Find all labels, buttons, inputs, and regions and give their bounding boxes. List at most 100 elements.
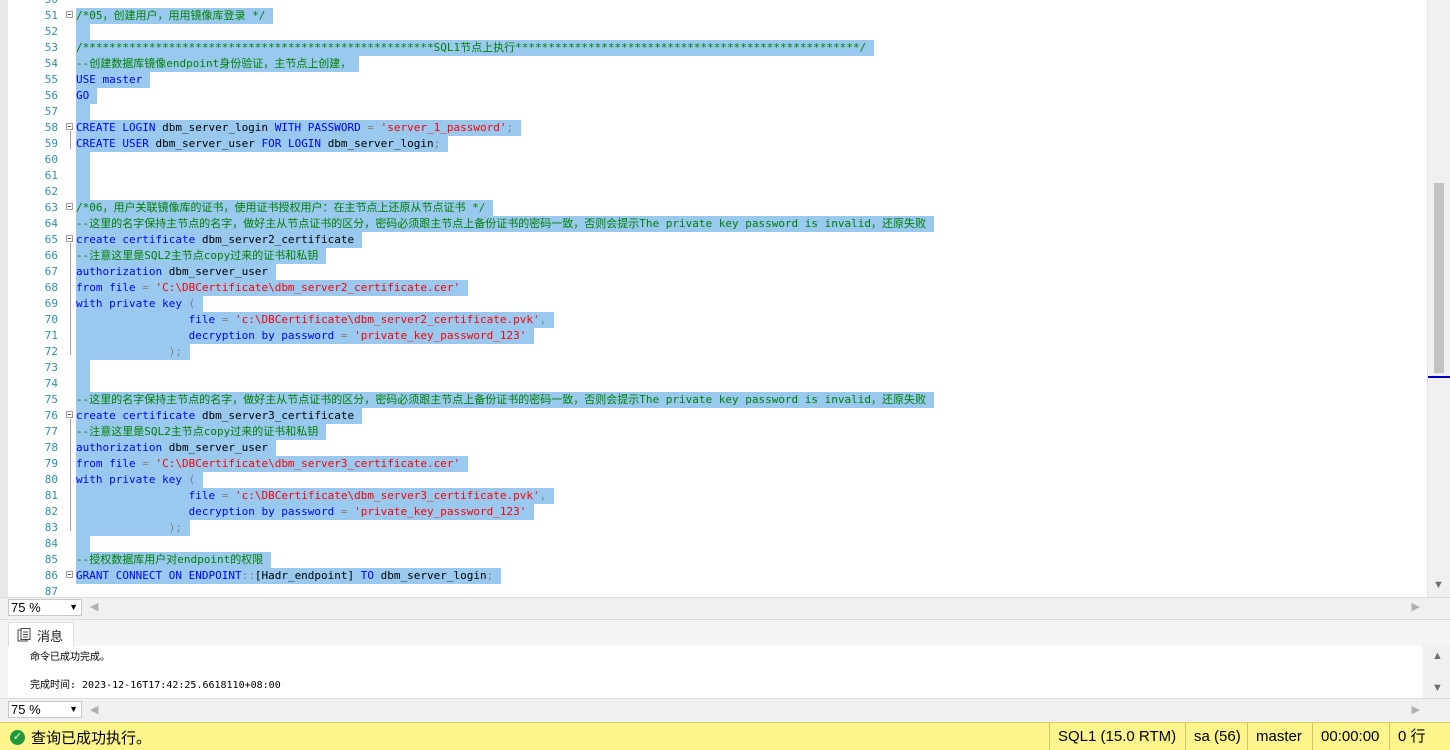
- selection-highlight: decryption by password = 'private_key_pa…: [76, 328, 535, 344]
- code-line[interactable]: [76, 536, 90, 552]
- code-line[interactable]: GRANT CONNECT ON ENDPOINT::[Hadr_endpoin…: [76, 568, 502, 584]
- selection-highlight: USE master: [76, 72, 151, 88]
- line-number: 79: [44, 457, 58, 470]
- line-number: 54: [44, 57, 58, 70]
- fold-toggle-icon[interactable]: [66, 571, 73, 578]
- fold-toggle-icon[interactable]: [66, 411, 73, 418]
- code-token: /***************************************…: [76, 41, 867, 54]
- scrollbar-position-marker: [1428, 376, 1450, 378]
- code-line[interactable]: --注意这里是SQL2主节点copy过来的证书和私钥: [76, 248, 327, 264]
- code-line[interactable]: --这里的名字保持主节点的名字，做好主从节点证书的区分，密码必须跟主节点上备份证…: [76, 392, 935, 408]
- code-line[interactable]: with private key (: [76, 296, 204, 312]
- code-line[interactable]: [76, 360, 90, 376]
- code-line[interactable]: decryption by password = 'private_key_pa…: [76, 504, 535, 520]
- code-token: dbm_server_login: [380, 569, 487, 582]
- code-line[interactable]: with private key (: [76, 472, 204, 488]
- editor-left-margin: [0, 0, 8, 597]
- scroll-down-arrow-icon[interactable]: ▼: [1433, 579, 1444, 591]
- code-line[interactable]: [76, 376, 90, 392]
- messages-vertical-scrollbar[interactable]: ▲ ▼: [1424, 646, 1450, 698]
- scroll-left-arrow-icon[interactable]: ◀: [90, 703, 98, 716]
- code-token: --创建数据库镜像endpoint身份验证，主节点上创建，: [76, 57, 352, 70]
- code-token: ,: [539, 313, 547, 326]
- code-area[interactable]: /*05，创建用户，用用镜像库登录 */ /*******************…: [76, 0, 1428, 597]
- code-line[interactable]: authorization dbm_server_user: [76, 264, 277, 280]
- editor-zoom-select[interactable]: 75 % ▼: [8, 599, 82, 616]
- scroll-right-arrow-icon[interactable]: ▶: [1412, 600, 1420, 613]
- code-token: ;: [486, 569, 494, 582]
- code-token: --授权数据库用户对endpoint的权限: [76, 553, 264, 566]
- code-line[interactable]: /*06，用户关联镜像库的证书，使用证书授权用户：在主节点上还原从节点证书 */: [76, 200, 494, 216]
- code-line[interactable]: create certificate dbm_server2_certifica…: [76, 232, 363, 248]
- line-number: 55: [44, 73, 58, 86]
- code-line[interactable]: from file = 'C:\DBCertificate\dbm_server…: [76, 456, 469, 472]
- code-token: --这里的名字保持主节点的名字，做好主从节点证书的区分，密码必须跟主节点上备份证…: [76, 217, 927, 230]
- fold-toggle-icon[interactable]: [66, 203, 73, 210]
- line-number: 87: [44, 585, 58, 597]
- code-token: authorization: [76, 441, 169, 454]
- code-token: USE: [76, 73, 103, 86]
- scroll-up-arrow-icon[interactable]: ▲: [1432, 650, 1443, 662]
- code-line[interactable]: CREATE USER dbm_server_user FOR LOGIN db…: [76, 136, 449, 152]
- code-line[interactable]: [76, 184, 90, 200]
- code-line[interactable]: );: [76, 520, 190, 536]
- scroll-down-arrow-icon[interactable]: ▼: [1432, 682, 1443, 694]
- code-token: ;: [506, 121, 514, 134]
- selection-highlight: [76, 536, 90, 552]
- scroll-left-arrow-icon[interactable]: ◀: [90, 600, 98, 613]
- code-line[interactable]: --这里的名字保持主节点的名字，做好主从节点证书的区分，密码必须跟主节点上备份证…: [76, 216, 935, 232]
- editor-vertical-scrollbar[interactable]: ▼: [1427, 0, 1450, 597]
- status-user: sa (56): [1185, 723, 1249, 750]
- code-line[interactable]: /***************************************…: [76, 40, 875, 56]
- code-line[interactable]: CREATE LOGIN dbm_server_login WITH PASSW…: [76, 120, 522, 136]
- code-line[interactable]: file = 'c:\DBCertificate\dbm_server3_cer…: [76, 488, 555, 504]
- code-line[interactable]: --注意这里是SQL2主节点copy过来的证书和私钥: [76, 424, 327, 440]
- line-number: 71: [44, 329, 58, 342]
- fold-toggle-icon[interactable]: [66, 11, 73, 18]
- selection-highlight: file = 'c:\DBCertificate\dbm_server2_cer…: [76, 312, 555, 328]
- code-line[interactable]: decryption by password = 'private_key_pa…: [76, 328, 535, 344]
- code-line[interactable]: GO: [76, 88, 98, 104]
- code-line[interactable]: [76, 152, 90, 168]
- code-line[interactable]: [76, 168, 90, 184]
- code-line[interactable]: USE master: [76, 72, 151, 88]
- selection-highlight: [76, 184, 90, 200]
- selection-highlight: --注意这里是SQL2主节点copy过来的证书和私钥: [76, 424, 327, 440]
- selection-highlight: [76, 24, 90, 40]
- code-token: decryption by password: [188, 329, 341, 342]
- message-line: 完成时间: 2023-12-16T17:42:25.6618110+08:00: [30, 680, 281, 691]
- selection-highlight: [76, 104, 90, 120]
- code-line[interactable]: );: [76, 344, 190, 360]
- selection-highlight: CREATE LOGIN dbm_server_login WITH PASSW…: [76, 120, 522, 136]
- code-line[interactable]: [76, 104, 90, 120]
- tab-messages[interactable]: 消息: [8, 622, 75, 647]
- code-line[interactable]: from file = 'C:\DBCertificate\dbm_server…: [76, 280, 469, 296]
- code-line[interactable]: --授权数据库用户对endpoint的权限: [76, 552, 272, 568]
- code-line[interactable]: create certificate dbm_server3_certifica…: [76, 408, 363, 424]
- fold-toggle-icon[interactable]: [66, 123, 73, 130]
- code-line[interactable]: --创建数据库镜像endpoint身份验证，主节点上创建，: [76, 56, 360, 72]
- fold-toggle-icon[interactable]: [66, 235, 73, 242]
- fold-guide: [70, 243, 71, 355]
- line-number: 82: [44, 505, 58, 518]
- code-line[interactable]: [76, 24, 90, 40]
- code-line[interactable]: file = 'c:\DBCertificate\dbm_server2_cer…: [76, 312, 555, 328]
- line-number: 58: [44, 121, 58, 134]
- code-line[interactable]: /*05，创建用户，用用镜像库登录 */: [76, 8, 274, 24]
- code-line[interactable]: authorization dbm_server_user: [76, 440, 277, 456]
- line-number: 61: [44, 169, 58, 182]
- fold-guide: [70, 131, 71, 149]
- line-number: 86: [44, 569, 58, 582]
- line-number: 77: [44, 425, 58, 438]
- messages-icon: [17, 628, 31, 642]
- tab-messages-label: 消息: [37, 628, 64, 644]
- line-number: 75: [44, 393, 58, 406]
- code-token: TO: [360, 569, 381, 582]
- query-editor[interactable]: 5051 52 53 54 55 56 57 58 59 60 61 62 63 64 65 66 67 68 69…: [0, 0, 1450, 597]
- messages-pane[interactable]: 命令已成功完成。 完成时间: 2023-12-16T17:42:25.66181…: [8, 646, 1422, 698]
- scroll-right-arrow-icon[interactable]: ▶: [1412, 703, 1420, 716]
- scrollbar-thumb[interactable]: [1434, 183, 1444, 373]
- messages-zoom-select[interactable]: 75 % ▼: [8, 701, 82, 718]
